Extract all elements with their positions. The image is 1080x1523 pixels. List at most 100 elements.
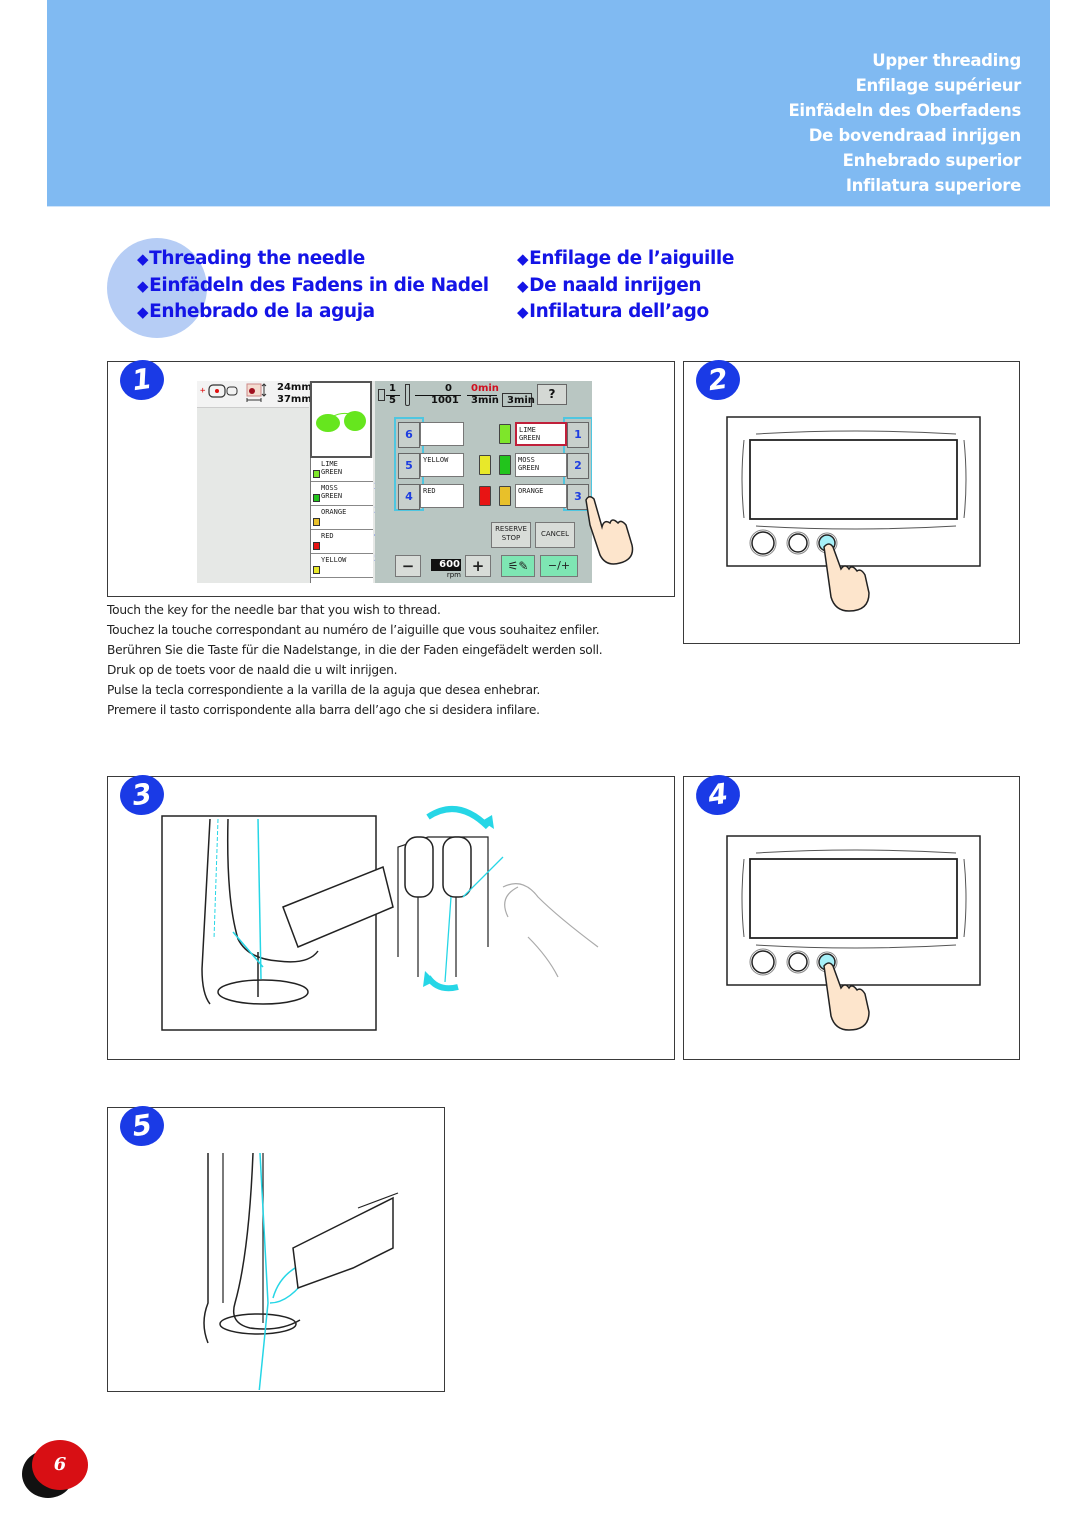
color-sequence-item: LIME GREEN — [311, 458, 373, 482]
thread-field-6 — [420, 422, 464, 446]
color-total: 5 — [389, 395, 396, 406]
needle-icon — [405, 384, 410, 406]
color-name: RED — [321, 532, 334, 540]
spool-5-icon — [479, 455, 491, 475]
title-en: Upper threading — [872, 51, 1021, 70]
design-preview — [310, 381, 372, 458]
color-name: YELLOW — [321, 556, 347, 564]
title-es: Enhebrado superior — [842, 151, 1022, 170]
lcd-screen: + 24mm 37mm LIME GREEN MOSS GREEN ORANGE… — [197, 381, 592, 583]
thread-trimming-button[interactable]: ⚟✎ — [501, 555, 535, 577]
speed-increase-button[interactable]: + — [465, 555, 491, 577]
caption-de: Berühren Sie die Taste für die Nadelstan… — [107, 643, 603, 657]
spool-4-icon — [479, 486, 491, 506]
needle-key-5[interactable]: 5 — [398, 453, 420, 479]
step-4-panel — [683, 776, 1020, 1060]
page-number: 6 — [32, 1440, 88, 1490]
stitch-count: 0 — [445, 383, 452, 394]
needle-threader-illustration — [203, 1152, 399, 1404]
diamond-bullet-icon: ◆ — [517, 250, 529, 268]
reserve-stop-button[interactable]: RESERVE STOP — [491, 522, 531, 548]
thread-spool-icon — [313, 518, 320, 526]
caption-en: Touch the key for the needle bar that yo… — [107, 603, 441, 617]
subheadings-right: ◆Enfilage de l’aiguille ◆De naald inrijg… — [517, 246, 734, 326]
color-sequence-list: LIME GREEN MOSS GREEN ORANGE RED YELLOW — [310, 458, 373, 583]
speed-unit: rpm — [446, 571, 461, 579]
speed-decrease-button[interactable]: − — [395, 555, 421, 577]
diamond-bullet-icon: ◆ — [517, 276, 529, 295]
stitch-total: 1001 — [431, 395, 459, 406]
needle-adjust-button[interactable]: −/+ — [540, 555, 578, 577]
subheading: ◆Threading the needle — [137, 248, 365, 269]
status-bar: 1 5 0 1001 0min 3min 3min ? — [375, 381, 592, 411]
caption-fr: Touchez la touche correspondant au numér… — [107, 623, 600, 637]
design-thumbnail-icon — [316, 411, 366, 432]
color-sequence-item: MOSS GREEN — [311, 482, 373, 506]
color-name: ORANGE — [321, 508, 347, 516]
speed-value: 600 — [431, 559, 461, 571]
needle-key-4[interactable]: 4 — [398, 484, 420, 510]
fraction-line — [415, 395, 461, 396]
subheading: ◆Enhebrado de la aguja — [137, 301, 375, 322]
pointing-hand-icon — [585, 496, 634, 565]
subheading: ◆Enfilage de l’aiguille — [517, 248, 735, 269]
svg-text:+: + — [200, 386, 206, 396]
total-time: 3min — [471, 395, 499, 406]
title-fr: Enfilage supérieur — [855, 76, 1022, 95]
thread-field-5: YELLOW — [420, 453, 464, 477]
color-name: MOSS GREEN — [321, 484, 343, 500]
thread-field-4: RED — [420, 484, 464, 508]
spool-magic-icon: ⚟✎ — [507, 559, 529, 573]
needle-key-6[interactable]: 6 — [398, 422, 420, 448]
time-to-stop: 3min — [502, 393, 535, 407]
thread-spool-icon — [313, 542, 320, 550]
spool-icon — [378, 389, 385, 401]
subheading: ◆De naald inrijgen — [517, 274, 702, 296]
cancel-button[interactable]: CANCEL — [535, 522, 575, 548]
thread-field-2: MOSS GREEN — [515, 453, 567, 477]
thread-spool-icon — [313, 494, 320, 502]
title-nl: De bovendraad inrijgen — [808, 126, 1022, 145]
spool-2-icon — [499, 455, 511, 475]
subheadings-left: ◆Threading the needle ◆Einfädeln des Fad… — [137, 246, 489, 326]
elapsed-time: 0min — [471, 383, 499, 394]
thread-field-3: ORANGE — [515, 484, 567, 508]
title-de: Einfädeln des Oberfadens — [788, 101, 1021, 120]
caption-nl: Druk op de toets voor de naald die u wil… — [107, 663, 398, 677]
design-width: 37mm — [277, 394, 312, 405]
lcd-left-area: + 24mm 37mm — [197, 381, 312, 583]
diamond-bullet-icon: ◆ — [137, 303, 149, 321]
color-sequence-empty — [311, 578, 373, 583]
color-sequence-item: YELLOW — [311, 554, 373, 578]
diamond-bullet-icon: ◆ — [517, 303, 529, 321]
color-name: LIME GREEN — [321, 460, 343, 476]
needle-key-2[interactable]: 2 — [567, 453, 589, 479]
header-band: Upper threading Enfilage supérieur Einfä… — [47, 0, 1050, 206]
step-3-panel — [107, 776, 675, 1060]
diamond-bullet-icon: ◆ — [137, 250, 149, 268]
caption-es: Pulse la tecla correspondiente a la vari… — [107, 683, 541, 697]
fraction-line — [386, 395, 400, 396]
color-sequence-item: RED — [311, 530, 373, 554]
step-1-panel: + 24mm 37mm LIME GREEN MOSS GREEN ORANGE… — [107, 361, 675, 597]
thread-spool-icon — [313, 566, 320, 574]
section-titles: Upper threading Enfilage supérieur Einfä… — [788, 48, 1021, 198]
color-sequence-item: ORANGE — [311, 506, 373, 530]
title-it: Infilatura superiore — [845, 176, 1021, 195]
spool-3-icon — [499, 486, 511, 506]
step-1-caption: Touch the key for the needle bar that yo… — [107, 600, 687, 720]
step-2-panel — [683, 361, 1020, 644]
help-button[interactable]: ? — [537, 384, 567, 405]
needle-panel: 1 5 0 1001 0min 3min 3min ? 6 5 4 1 2 3 — [375, 381, 592, 583]
thread-field-1: LIME GREEN — [515, 422, 567, 446]
needle-key-1[interactable]: 1 — [567, 422, 589, 448]
step-5-panel — [107, 1107, 445, 1404]
thread-guide-illustration — [161, 806, 599, 1031]
control-panel-illustration — [726, 416, 981, 612]
frame-position-icon: + — [200, 383, 267, 402]
design-height: 24mm — [277, 382, 312, 393]
control-panel-illustration — [726, 835, 981, 1031]
thread-spool-icon — [313, 470, 320, 478]
embroidery-info: + 24mm 37mm — [197, 381, 312, 408]
spool-1-icon — [499, 424, 511, 444]
